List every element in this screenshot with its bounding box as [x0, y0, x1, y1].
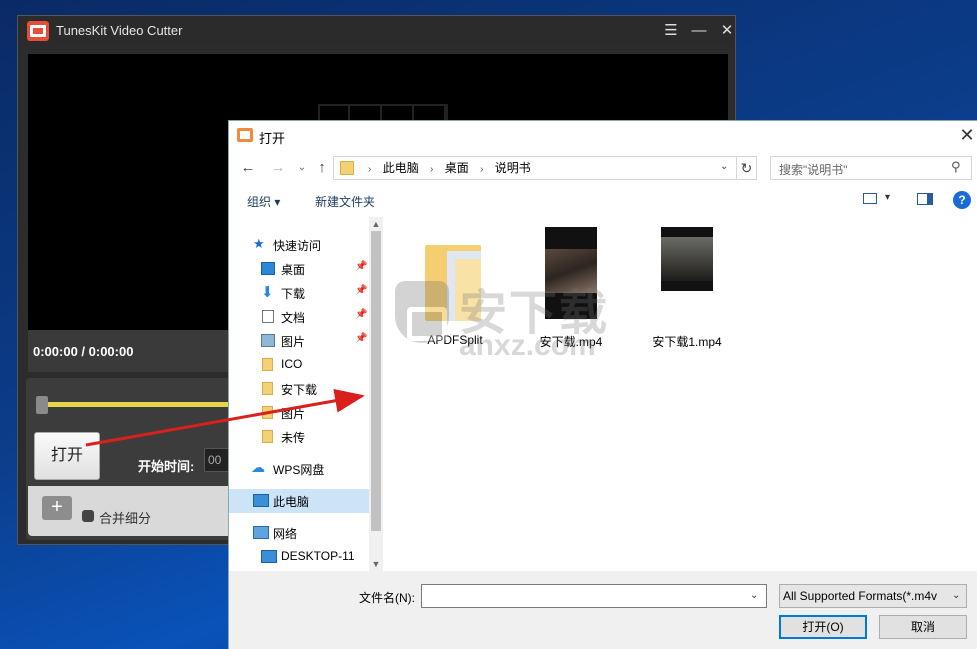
filename-input[interactable]: ⌄ — [421, 584, 767, 608]
nav-this-pc[interactable]: 此电脑 — [229, 489, 369, 513]
breadcrumb-this-pc[interactable]: 此电脑 — [383, 161, 419, 175]
computer-icon — [253, 494, 269, 507]
watermark: 安下载 anxz.com — [389, 271, 629, 371]
back-arrow-icon[interactable]: ← — [239, 159, 257, 177]
app-titlebar: TunesKit Video Cutter ☰ — ✕ — [18, 16, 735, 46]
network-icon — [253, 526, 269, 539]
open-file-dialog: 打开 ✕ ← → ⌄ ↑ › 此电脑 › 桌面 › 说明书 ⌄ ↻ 搜索"说明书… — [228, 120, 977, 649]
watermark-domain: anxz.com — [459, 329, 596, 362]
refresh-icon[interactable]: ↻ — [737, 156, 757, 180]
folder-icon — [262, 358, 273, 371]
merge-checkbox[interactable] — [82, 510, 94, 522]
nav-item-pictures[interactable]: 图片 📌 — [229, 329, 369, 353]
recent-locations-icon[interactable]: ⌄ — [293, 159, 311, 177]
dialog-close-icon[interactable]: ✕ — [957, 124, 977, 146]
close-icon[interactable]: ✕ — [716, 20, 738, 42]
help-icon[interactable]: ? — [953, 191, 971, 209]
file-item-video[interactable]: 安下载1.mp4 — [637, 227, 737, 349]
chevron-down-icon[interactable]: ⌄ — [952, 590, 960, 601]
merge-label: 合并细分 — [99, 511, 152, 526]
preview-pane-icon[interactable] — [917, 193, 933, 205]
caret-down-icon[interactable]: ▾ — [885, 192, 890, 203]
video-thumbnail — [661, 227, 713, 291]
view-options-icon[interactable] — [863, 193, 877, 204]
chevron-right-icon: › — [430, 164, 434, 175]
address-bar[interactable]: › 此电脑 › 桌面 › 说明书 ⌄ — [333, 156, 737, 180]
scroll-up-icon[interactable]: ▲ — [369, 217, 383, 231]
nav-item-ico[interactable]: ICO — [229, 353, 369, 377]
desktop-icon — [261, 262, 275, 275]
nav-item-anxiazai[interactable]: 安下载 — [229, 377, 369, 401]
pin-icon[interactable]: 📌 — [355, 285, 367, 296]
nav-scrollbar[interactable]: ▲ ▼ — [369, 217, 383, 571]
time-display: 0:00:00 / 0:00:00 — [33, 344, 134, 359]
menu-icon[interactable]: ☰ — [660, 20, 682, 42]
shield-lock-icon — [395, 281, 449, 343]
chevron-down-icon[interactable]: ⌄ — [750, 590, 758, 601]
folder-icon — [262, 430, 273, 443]
chevron-right-icon: › — [480, 164, 484, 175]
open-button[interactable]: 打开(O) — [779, 615, 867, 639]
nav-wps-cloud[interactable]: ☁ WPS网盘 — [229, 457, 369, 481]
dialog-app-icon — [237, 128, 253, 142]
dialog-titlebar: 打开 ✕ — [229, 121, 977, 151]
navigation-pane: ★ 快速访问 桌面 📌 ⬇ 下载 📌 文档 📌 图片 📌 ICO 安下载 图片 … — [229, 217, 383, 571]
computer-icon — [261, 550, 277, 563]
app-title: TunesKit Video Cutter — [56, 23, 183, 38]
star-icon: ★ — [253, 236, 265, 251]
nav-network[interactable]: 网络 — [229, 521, 369, 545]
search-icon[interactable]: ⚲ — [951, 159, 961, 175]
file-name: 安下载1.mp4 — [652, 335, 722, 349]
breadcrumb-manual[interactable]: 说明书 — [495, 161, 531, 175]
nav-item-downloads[interactable]: ⬇ 下载 📌 — [229, 281, 369, 305]
breadcrumb: › 此电脑 › 桌面 › 说明书 — [360, 160, 531, 178]
folder-icon — [262, 406, 273, 419]
file-type-select[interactable]: All Supported Formats(*.m4v ⌄ — [779, 584, 967, 608]
organize-menu[interactable]: 组织 ▾ — [247, 193, 280, 210]
scroll-down-icon[interactable]: ▼ — [369, 557, 383, 571]
nav-item-desktop[interactable]: 桌面 📌 — [229, 257, 369, 281]
timeline-track[interactable] — [46, 402, 246, 407]
pin-icon[interactable]: 📌 — [355, 333, 367, 344]
breadcrumb-desktop[interactable]: 桌面 — [445, 161, 469, 175]
folder-icon — [262, 382, 273, 395]
nav-item-documents[interactable]: 文档 📌 — [229, 305, 369, 329]
open-file-button[interactable]: 打开 — [34, 432, 100, 480]
new-folder-button[interactable]: 新建文件夹 — [315, 193, 375, 210]
picture-icon — [261, 334, 275, 347]
cancel-button[interactable]: 取消 — [879, 615, 967, 639]
start-time-label: 开始时间: — [138, 459, 195, 474]
filename-label: 文件名(N): — [359, 591, 415, 605]
nav-desktop-pc[interactable]: DESKTOP-11 — [229, 545, 369, 569]
up-arrow-icon[interactable]: ↑ — [313, 159, 331, 177]
video-frame — [661, 237, 713, 281]
folder-icon — [340, 161, 354, 175]
document-icon — [262, 310, 274, 323]
search-placeholder: 搜索"说明书" — [779, 163, 848, 177]
nav-item-weichuan[interactable]: 未传 — [229, 425, 369, 449]
dialog-bottom-bar: 文件名(N): ⌄ All Supported Formats(*.m4v ⌄ … — [229, 571, 977, 649]
pin-icon[interactable]: 📌 — [355, 261, 367, 272]
navigation-bar: ← → ⌄ ↑ › 此电脑 › 桌面 › 说明书 ⌄ ↻ 搜索"说明书" ⚲ — [229, 151, 977, 185]
nav-quick-access[interactable]: ★ 快速访问 — [229, 233, 369, 257]
pin-icon[interactable]: 📌 — [355, 309, 367, 320]
chevron-down-icon[interactable]: ⌄ — [720, 161, 728, 172]
add-segment-button[interactable]: + — [42, 496, 72, 520]
chevron-right-icon: › — [368, 164, 372, 175]
dialog-title: 打开 — [259, 131, 286, 146]
cloud-icon: ☁ — [251, 459, 265, 475]
search-input[interactable]: 搜索"说明书" ⚲ — [770, 156, 972, 180]
nav-item-pictures-folder[interactable]: 图片 — [229, 401, 369, 425]
scroll-thumb[interactable] — [371, 231, 381, 531]
download-arrow-icon: ⬇ — [261, 284, 274, 301]
file-type-value: All Supported Formats(*.m4v — [783, 589, 938, 603]
minimize-icon[interactable]: — — [688, 20, 710, 42]
tuneskit-logo-icon — [27, 21, 49, 41]
forward-arrow-icon[interactable]: → — [269, 159, 287, 177]
dialog-toolbar: 组织 ▾ 新建文件夹 ▾ ? — [229, 185, 977, 217]
timeline[interactable] — [36, 394, 246, 414]
timeline-handle[interactable] — [36, 396, 48, 414]
